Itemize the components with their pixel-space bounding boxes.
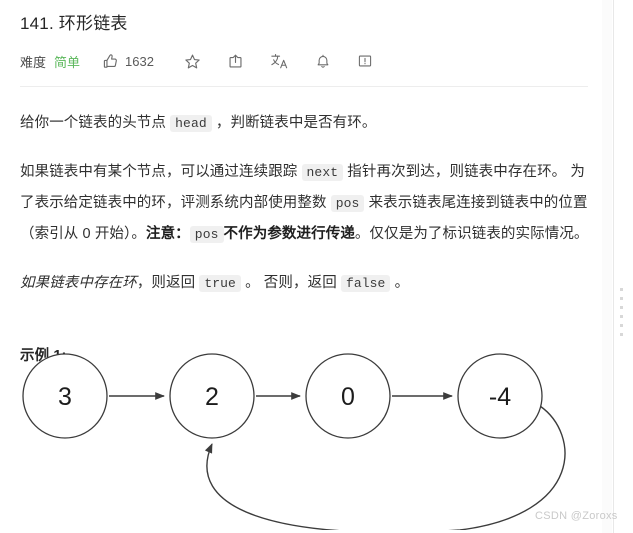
p2-text-4: 。仅仅是为了标识链表的实际情况。 [354, 226, 589, 242]
node-value: -4 [489, 383, 511, 411]
p3-text-1: ，则返回 [136, 275, 200, 291]
code-head: head [170, 115, 212, 132]
node-value: 2 [205, 383, 219, 411]
description-paragraph-2: 如果链表中有某个节点，可以通过连续跟踪 next 指针再次到达，则链表中存在环。… [20, 157, 590, 250]
code-pos-1: pos [330, 195, 365, 212]
dot [620, 324, 623, 327]
problem-meta-row: 难度 简单 1632 [20, 48, 590, 74]
difficulty-value: 简单 [54, 54, 81, 70]
linked-list-cycle-diagram: 3 2 0 -4 [10, 340, 610, 533]
diagram-svg: 3 2 0 -4 [22, 353, 566, 533]
vote-count: 1632 [125, 53, 154, 69]
panel-divider [613, 0, 614, 533]
favorite-button[interactable] [184, 53, 201, 70]
p3-italic: 如果链表中存在环 [20, 275, 137, 291]
header-divider [20, 86, 588, 87]
feedback-button[interactable] [357, 53, 373, 69]
thumbs-up-icon [102, 53, 119, 70]
star-icon [184, 53, 201, 70]
translate-icon [270, 52, 289, 70]
share-icon [227, 53, 244, 70]
dot [620, 333, 623, 336]
feedback-icon [357, 53, 373, 69]
dot [620, 315, 623, 318]
description-paragraph-3: 如果链表中存在环，则返回 true 。 否则，返回 false 。 [20, 268, 590, 299]
p3-text-3: 。 [390, 275, 410, 291]
code-false: false [340, 275, 391, 292]
list-node-2: 2 [169, 353, 255, 439]
list-node-3: 3 [22, 353, 108, 439]
dot [620, 306, 623, 309]
p1-text-2: ，判断链表中是否有环。 [211, 115, 377, 131]
node-value: 0 [341, 383, 355, 411]
problem-page: 141. 环形链表 难度 简单 1632 给你一个链表的头节点 head ，判断… [0, 0, 633, 533]
problem-content: 141. 环形链表 难度 简单 1632 给你一个链表的头节点 head ，判断… [20, 0, 590, 371]
list-node-0: 0 [305, 353, 391, 439]
p2-bold-emphasis: 不作为参数进行传递 [223, 226, 355, 242]
dot [620, 297, 623, 300]
dot [620, 288, 623, 291]
description-paragraph-1: 给你一个链表的头节点 head ，判断链表中是否有环。 [20, 108, 590, 139]
code-true: true [199, 275, 241, 292]
code-next: next [301, 164, 344, 181]
vote-button[interactable]: 1632 [102, 53, 154, 70]
difficulty-label: 难度 [20, 54, 47, 70]
p2-text-1: 如果链表中有某个节点，可以通过连续跟踪 [20, 164, 302, 180]
bell-icon [315, 53, 331, 70]
node-value: 3 [58, 383, 72, 411]
p3-text-2: 。 否则，返回 [240, 275, 341, 291]
translate-button[interactable] [270, 52, 289, 70]
share-button[interactable] [227, 53, 244, 70]
subscribe-button[interactable] [315, 53, 331, 70]
list-node--4: -4 [457, 353, 543, 439]
code-pos-2: pos [189, 226, 224, 243]
p1-text-1: 给你一个链表的头节点 [20, 115, 171, 131]
watermark: CSDN @Zoroxs [535, 510, 618, 522]
drag-handle-dots[interactable] [620, 288, 626, 338]
p2-bold-note: 注意： [145, 226, 190, 242]
page-title: 141. 环形链表 [20, 14, 128, 33]
